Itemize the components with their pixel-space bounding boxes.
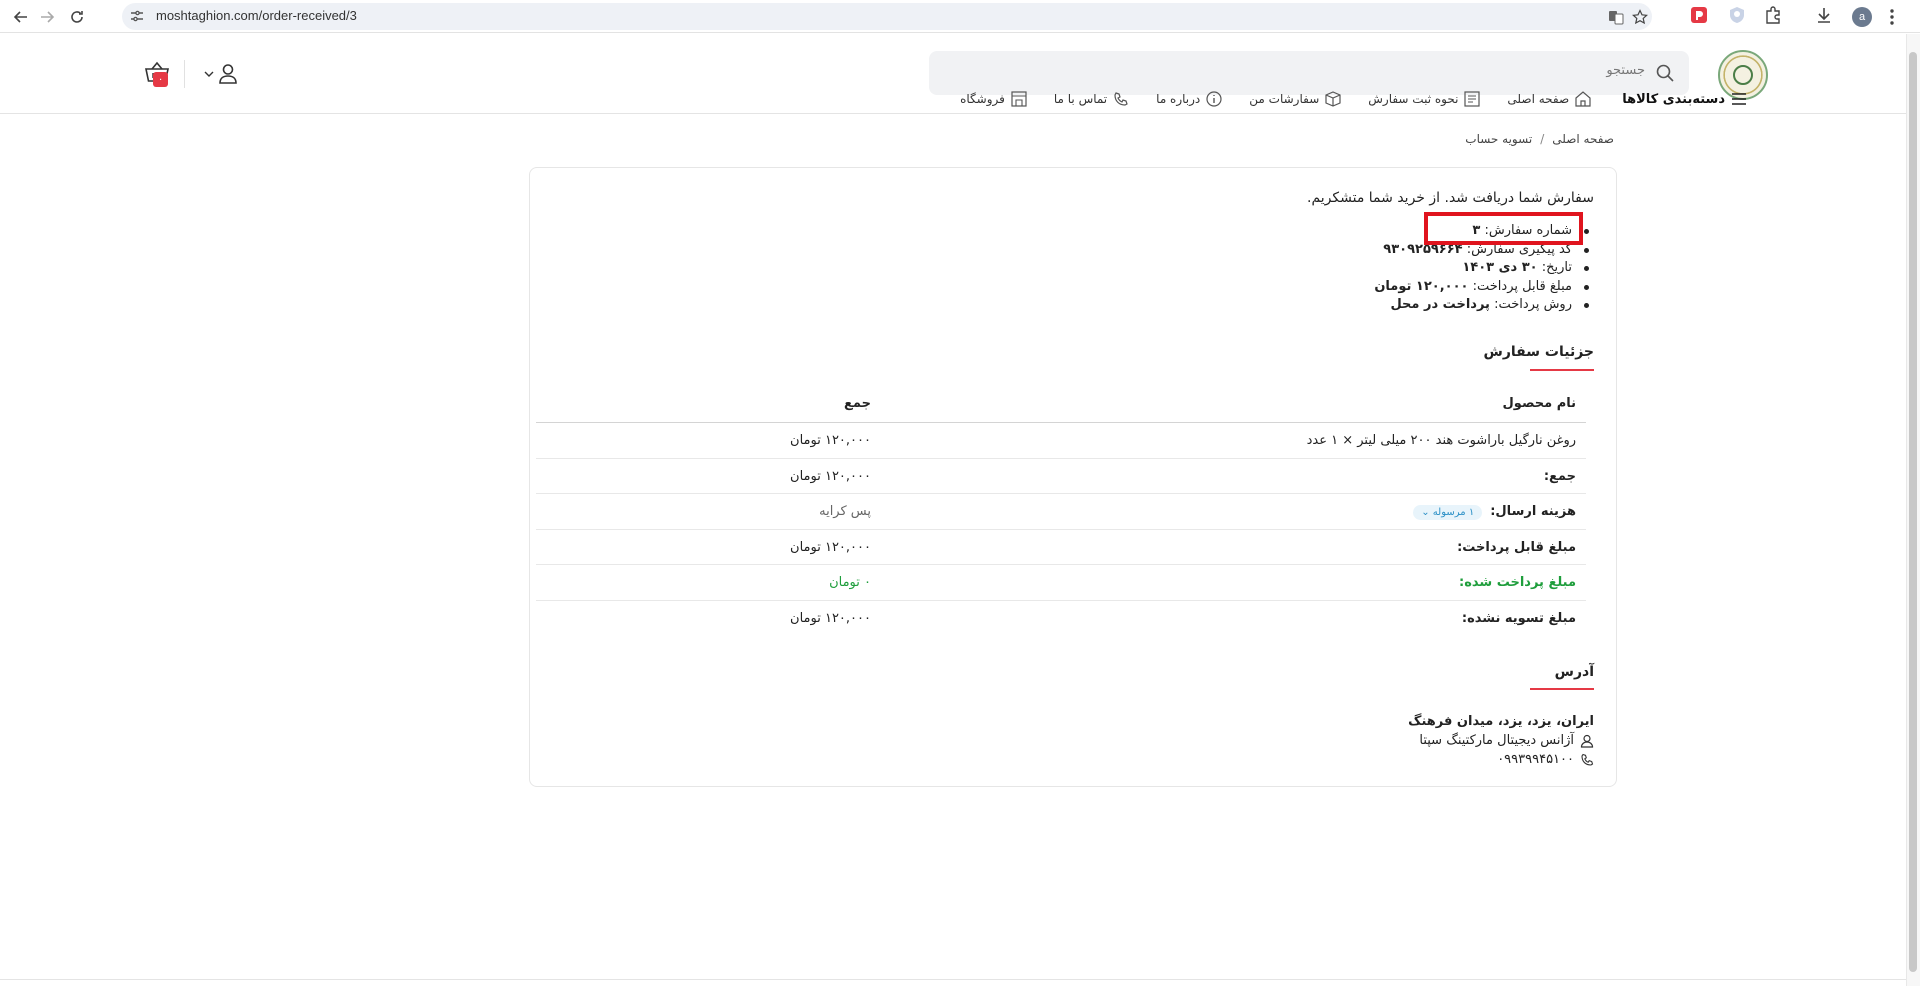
footer-divider-line	[0, 979, 1906, 980]
table-row: مبلغ تسویه نشده: ۱۲۰,۰۰۰ تومان	[536, 601, 1586, 637]
breadcrumb: صفحه اصلی / تسویه حساب	[1465, 132, 1614, 146]
address-recipient: آژانس دیجیتال مارکتینگ سپتا	[1408, 731, 1594, 750]
menu-item-contact[interactable]: تماس با ما	[1054, 90, 1130, 108]
table-row: مبلغ پرداخت شده: ۰ تومان	[536, 565, 1586, 601]
profile-avatar[interactable]: a	[1852, 7, 1872, 27]
order-details-underline	[1530, 369, 1594, 371]
search-placeholder: جستجو	[1606, 63, 1645, 78]
menu-item-about[interactable]: درباره ما	[1156, 90, 1223, 108]
order-details-table: نام محصول جمع روغن نارگیل باراشوت هند ۲۰…	[536, 386, 1586, 636]
subtotal-label: جمع:	[1543, 468, 1576, 484]
address-location: ایران، یزد، یزد، میدان فرهنگ	[1408, 714, 1594, 729]
url-text: moshtaghion.com/order-received/3	[156, 8, 357, 23]
user-icon	[1580, 734, 1594, 748]
product-name-link[interactable]: روغن نارگیل باراشوت هند ۲۰۰ میلی لیتر × …	[1307, 433, 1576, 448]
reload-icon[interactable]	[66, 6, 88, 28]
menu-item-home[interactable]: صفحه اصلی	[1507, 90, 1592, 108]
browser-toolbar: moshtaghion.com/order-received/3 a	[0, 0, 1920, 33]
summary-payment-method: روش پرداخت: پرداخت در محل	[1374, 296, 1594, 315]
shipping-label: هزینه ارسال:۱ مرسوله ⌄	[1413, 504, 1576, 520]
table-header-row: نام محصول جمع	[536, 386, 1586, 423]
phone-icon	[1114, 92, 1128, 106]
column-header-total: جمع	[844, 396, 871, 411]
download-icon[interactable]	[1815, 6, 1833, 24]
address-phone: ۰۹۹۳۹۹۴۵۱۰۰	[1408, 750, 1594, 769]
menu-item-how-to-order[interactable]: نحوه ثبت سفارش	[1368, 90, 1481, 108]
order-thanks-message: سفارش شما دریافت شد. از خرید شما متشکریم…	[1307, 190, 1594, 206]
package-icon	[1325, 91, 1341, 107]
unsettled-label: مبلغ تسویه نشده:	[1461, 610, 1576, 626]
user-icon	[219, 64, 237, 84]
unsettled-value: ۱۲۰,۰۰۰ تومان	[790, 610, 871, 626]
site-page: جستجو ۰ دسته‌بندی کالاها صفحه اصلی نحوه …	[0, 34, 1906, 986]
user-account-button[interactable]	[204, 62, 240, 86]
store-icon	[1011, 91, 1027, 107]
order-received-card: سفارش شما دریافت شد. از خرید شما متشکریم…	[529, 167, 1617, 787]
payable-value: ۱۲۰,۰۰۰ تومان	[790, 539, 871, 555]
menu-icon	[1732, 93, 1746, 105]
menu-item-store[interactable]: فروشگاه	[960, 90, 1028, 108]
menu-item-my-orders[interactable]: سفارشات من	[1249, 90, 1342, 108]
main-menu: دسته‌بندی کالاها صفحه اصلی نحوه ثبت سفار…	[934, 88, 1748, 110]
pocket-extension-icon[interactable]	[1690, 6, 1708, 24]
star-icon[interactable]	[1632, 9, 1648, 25]
home-icon	[1575, 91, 1591, 107]
cart-count-badge: ۰	[153, 72, 168, 87]
shield-extension-icon[interactable]	[1728, 6, 1746, 24]
paid-value: ۰ تومان	[829, 575, 871, 590]
scrollbar-thumb[interactable]	[1909, 52, 1917, 972]
form-icon	[1464, 91, 1481, 107]
back-icon[interactable]	[10, 6, 32, 28]
phone-icon	[1581, 753, 1594, 766]
address-underline	[1530, 688, 1594, 690]
table-row: مبلغ قابل پرداخت: ۱۲۰,۰۰۰ تومان	[536, 530, 1586, 565]
forward-icon[interactable]	[36, 6, 58, 28]
table-row: هزینه ارسال:۱ مرسوله ⌄ پس کرایه	[536, 494, 1586, 530]
order-details-title: جزئیات سفارش	[1483, 344, 1594, 360]
translate-icon[interactable]	[1608, 9, 1624, 25]
table-row: جمع: ۱۲۰,۰۰۰ تومان	[536, 459, 1586, 494]
shipment-count-dropdown[interactable]: ۱ مرسوله ⌄	[1413, 505, 1483, 520]
column-header-product: نام محصول	[1502, 396, 1576, 411]
header-divider-line	[0, 113, 1906, 114]
product-total: ۱۲۰,۰۰۰ تومان	[790, 433, 871, 448]
cart-button[interactable]: ۰	[136, 60, 170, 90]
address-block: ایران، یزد، یزد، میدان فرهنگ آژانس دیجیت…	[1408, 712, 1594, 769]
menu-item-categories[interactable]: دسته‌بندی کالاها	[1622, 90, 1748, 108]
address-bar[interactable]: moshtaghion.com/order-received/3	[122, 3, 1652, 30]
info-icon	[1206, 91, 1222, 107]
summary-payable-amount: مبلغ قابل پرداخت: ۱۲۰,۰۰۰ تومان	[1374, 278, 1594, 297]
summary-date: تاریخ: ۳۰ دی ۱۴۰۳	[1374, 259, 1594, 278]
chevron-down-icon	[204, 71, 214, 77]
breadcrumb-separator: /	[1540, 132, 1545, 146]
breadcrumb-home-link[interactable]: صفحه اصلی	[1552, 132, 1614, 146]
table-row: روغن نارگیل باراشوت هند ۲۰۰ میلی لیتر × …	[536, 423, 1586, 459]
subtotal-value: ۱۲۰,۰۰۰ تومان	[790, 468, 871, 484]
breadcrumb-current: تسویه حساب	[1465, 132, 1533, 146]
payable-label: مبلغ قابل پرداخت:	[1457, 539, 1576, 555]
search-icon[interactable]	[1655, 63, 1675, 83]
extensions-puzzle-icon[interactable]	[1764, 6, 1782, 24]
header-divider	[184, 60, 185, 88]
site-settings-icon[interactable]	[130, 9, 144, 23]
page-scrollbar[interactable]	[1906, 34, 1920, 986]
paid-label: مبلغ پرداخت شده:	[1459, 575, 1576, 590]
kebab-menu-icon[interactable]	[1884, 7, 1900, 27]
address-title: آدرس	[1554, 664, 1594, 680]
order-number-highlight-box	[1424, 212, 1583, 245]
shipping-value: پس کرایه	[819, 504, 871, 519]
